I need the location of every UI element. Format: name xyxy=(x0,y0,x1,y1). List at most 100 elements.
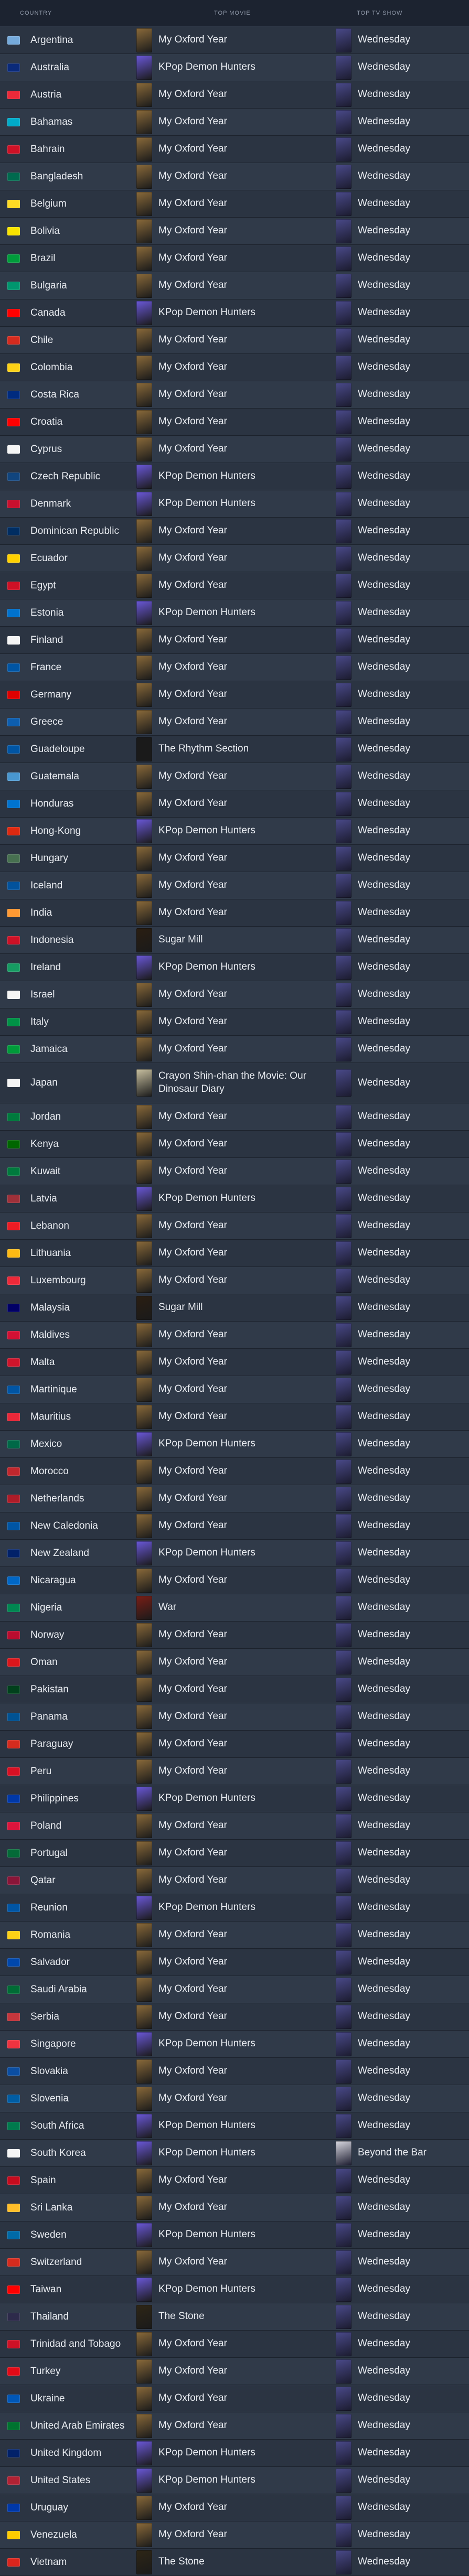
movie-title[interactable]: KPop Demon Hunters xyxy=(158,1437,255,1451)
show-title[interactable]: Wednesday xyxy=(358,1165,410,1178)
table-row[interactable]: Slovakia My Oxford Year Wednesday xyxy=(0,2058,469,2085)
table-row[interactable]: Ukraine My Oxford Year Wednesday xyxy=(0,2385,469,2412)
show-title[interactable]: Wednesday xyxy=(358,1043,410,1056)
show-title[interactable]: Wednesday xyxy=(358,2528,410,2541)
top-show-cell[interactable]: Wednesday xyxy=(336,1037,469,1061)
show-title[interactable]: Wednesday xyxy=(358,1077,410,1090)
top-show-cell[interactable]: Wednesday xyxy=(336,1786,469,1811)
show-title[interactable]: Wednesday xyxy=(358,61,410,74)
top-movie-cell[interactable]: KPop Demon Hunters xyxy=(131,1541,336,1565)
movie-poster-thumbnail[interactable] xyxy=(136,600,152,625)
show-poster-thumbnail[interactable] xyxy=(336,846,351,871)
top-movie-cell[interactable]: My Oxford Year xyxy=(131,573,336,598)
top-movie-cell[interactable]: KPop Demon Hunters xyxy=(131,1432,336,1456)
top-movie-cell[interactable]: My Oxford Year xyxy=(131,2359,336,2384)
table-row[interactable]: Lithuania My Oxford Year Wednesday xyxy=(0,1240,469,1267)
show-poster-thumbnail[interactable] xyxy=(336,1268,351,1293)
top-movie-cell[interactable]: KPop Demon Hunters xyxy=(131,1786,336,1811)
top-show-cell[interactable]: Wednesday xyxy=(336,1350,469,1375)
movie-title[interactable]: My Oxford Year xyxy=(158,797,227,810)
show-poster-thumbnail[interactable] xyxy=(336,2250,351,2274)
top-movie-cell[interactable]: KPop Demon Hunters xyxy=(131,2141,336,2165)
movie-title[interactable]: My Oxford Year xyxy=(158,579,227,592)
movie-poster-thumbnail[interactable] xyxy=(136,1514,152,1538)
movie-poster-thumbnail[interactable] xyxy=(136,2168,152,2193)
table-row[interactable]: Peru My Oxford Year Wednesday xyxy=(0,1758,469,1785)
movie-title[interactable]: Sugar Mill xyxy=(158,1301,202,1314)
table-row[interactable]: Nicaragua My Oxford Year Wednesday xyxy=(0,1567,469,1594)
top-show-cell[interactable]: Wednesday xyxy=(336,2495,469,2520)
top-show-cell[interactable]: Wednesday xyxy=(336,2386,469,2411)
table-row[interactable]: Jordan My Oxford Year Wednesday xyxy=(0,1103,469,1131)
top-movie-cell[interactable]: KPop Demon Hunters xyxy=(131,955,336,980)
movie-title[interactable]: My Oxford Year xyxy=(158,1110,227,1123)
top-show-cell[interactable]: Wednesday xyxy=(336,1732,469,1756)
top-show-cell[interactable]: Wednesday xyxy=(336,873,469,898)
show-title[interactable]: Wednesday xyxy=(358,1519,410,1532)
movie-title[interactable]: My Oxford Year xyxy=(158,1819,227,1832)
show-poster-thumbnail[interactable] xyxy=(336,2168,351,2193)
show-poster-thumbnail[interactable] xyxy=(336,437,351,461)
movie-poster-thumbnail[interactable] xyxy=(136,2550,152,2574)
movie-title[interactable]: My Oxford Year xyxy=(158,415,227,428)
show-poster-thumbnail[interactable] xyxy=(336,546,351,571)
table-row[interactable]: Spain My Oxford Year Wednesday xyxy=(0,2167,469,2194)
movie-title[interactable]: War xyxy=(158,1601,176,1614)
movie-title[interactable]: My Oxford Year xyxy=(158,1956,227,1969)
table-row[interactable]: Bulgaria My Oxford Year Wednesday xyxy=(0,272,469,299)
show-poster-thumbnail[interactable] xyxy=(336,219,351,243)
top-show-cell[interactable]: Wednesday xyxy=(336,1459,469,1484)
top-show-cell[interactable]: Beyond the Bar xyxy=(336,2141,469,2165)
show-title[interactable]: Wednesday xyxy=(358,2556,410,2569)
movie-poster-thumbnail[interactable] xyxy=(136,491,152,516)
top-movie-cell[interactable]: My Oxford Year xyxy=(131,710,336,734)
show-title[interactable]: Wednesday xyxy=(358,2337,410,2350)
movie-poster-thumbnail[interactable] xyxy=(136,2332,152,2356)
movie-poster-thumbnail[interactable] xyxy=(136,873,152,898)
show-poster-thumbnail[interactable] xyxy=(336,28,351,52)
show-poster-thumbnail[interactable] xyxy=(336,710,351,734)
movie-title[interactable]: My Oxford Year xyxy=(158,1928,227,1941)
show-title[interactable]: Wednesday xyxy=(358,1819,410,1832)
show-title[interactable]: Wednesday xyxy=(358,1983,410,1996)
top-movie-cell[interactable]: KPop Demon Hunters xyxy=(131,2113,336,2138)
table-row[interactable]: Kuwait My Oxford Year Wednesday xyxy=(0,1158,469,1185)
show-poster-thumbnail[interactable] xyxy=(336,1186,351,1211)
show-title[interactable]: Wednesday xyxy=(358,2228,410,2241)
movie-title[interactable]: My Oxford Year xyxy=(158,2092,227,2105)
movie-title[interactable]: Sugar Mill xyxy=(158,933,202,947)
show-poster-thumbnail[interactable] xyxy=(336,273,351,298)
show-poster-thumbnail[interactable] xyxy=(336,110,351,134)
movie-title[interactable]: KPop Demon Hunters xyxy=(158,2283,255,2296)
movie-title[interactable]: My Oxford Year xyxy=(158,2392,227,2405)
movie-title[interactable]: My Oxford Year xyxy=(158,1247,227,1260)
show-poster-thumbnail[interactable] xyxy=(336,328,351,352)
table-row[interactable]: Czech Republic KPop Demon Hunters Wednesda… xyxy=(0,463,469,490)
show-title[interactable]: Wednesday xyxy=(358,824,410,838)
movie-title[interactable]: KPop Demon Hunters xyxy=(158,1901,255,1914)
movie-poster-thumbnail[interactable] xyxy=(136,682,152,707)
table-row[interactable]: Morocco My Oxford Year Wednesday xyxy=(0,1458,469,1485)
top-movie-cell[interactable]: My Oxford Year xyxy=(131,1010,336,1034)
column-header-show[interactable]: TOP TV SHOW xyxy=(336,10,469,16)
show-poster-thumbnail[interactable] xyxy=(336,464,351,489)
movie-title[interactable]: My Oxford Year xyxy=(158,1874,227,1887)
show-poster-thumbnail[interactable] xyxy=(336,1010,351,1034)
top-show-cell[interactable]: Wednesday xyxy=(336,1295,469,1320)
table-row[interactable]: Chile My Oxford Year Wednesday xyxy=(0,327,469,354)
top-show-cell[interactable]: Wednesday xyxy=(336,2086,469,2111)
show-poster-thumbnail[interactable] xyxy=(336,1432,351,1456)
top-show-cell[interactable]: Wednesday xyxy=(336,110,469,134)
table-row[interactable]: Greece My Oxford Year Wednesday xyxy=(0,709,469,736)
show-title[interactable]: Wednesday xyxy=(358,715,410,728)
movie-title[interactable]: My Oxford Year xyxy=(158,2365,227,2378)
show-poster-thumbnail[interactable] xyxy=(336,737,351,761)
show-title[interactable]: Wednesday xyxy=(358,2283,410,2296)
show-poster-thumbnail[interactable] xyxy=(336,2004,351,2029)
top-show-cell[interactable]: Wednesday xyxy=(336,1432,469,1456)
top-show-cell[interactable]: Wednesday xyxy=(336,1759,469,1784)
top-show-cell[interactable]: Wednesday xyxy=(336,28,469,52)
top-show-cell[interactable]: Wednesday xyxy=(336,2250,469,2274)
movie-poster-thumbnail[interactable] xyxy=(136,928,152,952)
top-show-cell[interactable]: Wednesday xyxy=(336,219,469,243)
